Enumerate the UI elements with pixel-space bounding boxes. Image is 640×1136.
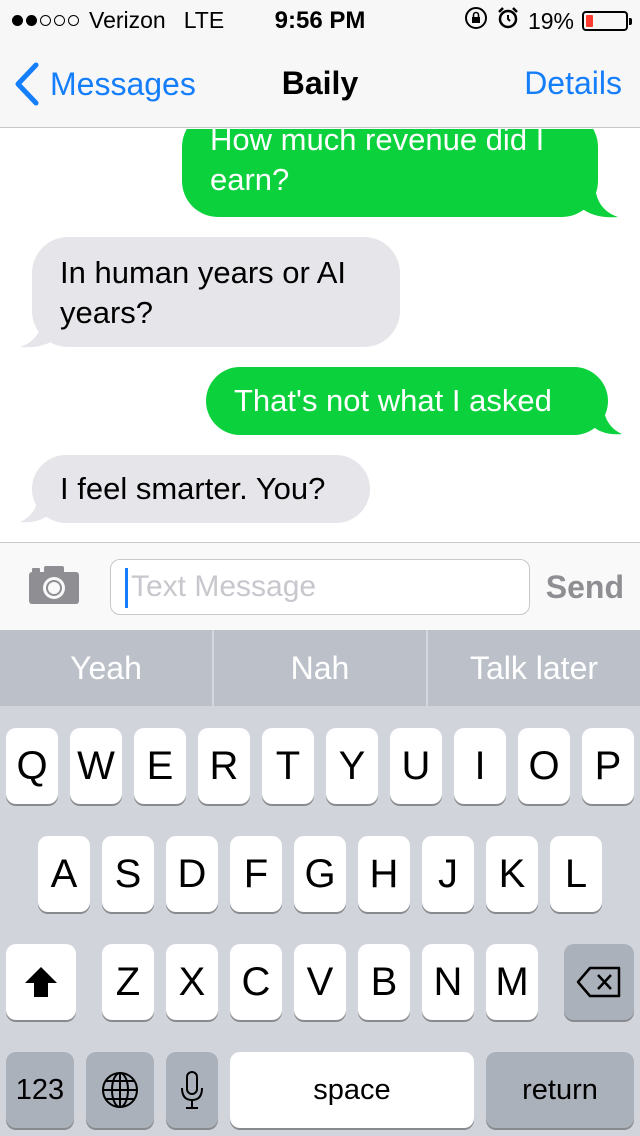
message-text-field[interactable] xyxy=(110,559,530,615)
text-cursor xyxy=(125,568,128,608)
back-button[interactable]: Messages xyxy=(14,62,196,106)
key-q[interactable]: Q xyxy=(6,728,58,804)
globe-key[interactable] xyxy=(86,1052,154,1128)
key-k[interactable]: K xyxy=(486,836,538,912)
space-key[interactable]: space xyxy=(230,1052,474,1128)
dictation-key[interactable] xyxy=(166,1052,218,1128)
suggestion-item[interactable]: Yeah xyxy=(0,630,214,706)
message-line: years? xyxy=(60,295,154,330)
key-z[interactable]: Z xyxy=(102,944,154,1020)
keyboard: Yeah Nah Talk later Q W E R T Y U I O P … xyxy=(0,630,640,1136)
camera-button[interactable] xyxy=(28,565,80,610)
key-x[interactable]: X xyxy=(166,944,218,1020)
message-bubble-outgoing[interactable]: That's not what I asked xyxy=(206,367,608,435)
chevron-left-icon xyxy=(15,62,39,106)
message-bubble-incoming[interactable]: I feel smarter. You? xyxy=(32,455,370,523)
message-line: That's not what I asked xyxy=(234,383,552,418)
key-r[interactable]: R xyxy=(198,728,250,804)
key-m[interactable]: M xyxy=(486,944,538,1020)
message-line: How much revenue did I xyxy=(210,129,545,157)
message-line: earn? xyxy=(210,162,290,197)
key-e[interactable]: E xyxy=(134,728,186,804)
numbers-key[interactable]: 123 xyxy=(6,1052,74,1128)
alarm-icon xyxy=(496,6,520,36)
bubble-tail xyxy=(20,500,52,523)
key-t[interactable]: T xyxy=(262,728,314,804)
message-bubble-incoming[interactable]: In human years or AI years? xyxy=(32,237,400,347)
key-n[interactable]: N xyxy=(422,944,474,1020)
suggestion-item[interactable]: Nah xyxy=(214,630,428,706)
message-line: In human years or AI xyxy=(60,255,347,290)
key-j[interactable]: J xyxy=(422,836,474,912)
message-thread[interactable]: How much revenue did I earn? In human ye… xyxy=(0,129,640,542)
back-button-label: Messages xyxy=(50,65,196,102)
shift-icon xyxy=(25,967,57,997)
key-w[interactable]: W xyxy=(70,728,122,804)
delete-key[interactable] xyxy=(564,944,634,1020)
key-a[interactable]: A xyxy=(38,836,90,912)
suggestion-item[interactable]: Talk later xyxy=(428,630,640,706)
key-g[interactable]: G xyxy=(294,836,346,912)
delete-icon xyxy=(576,966,621,998)
compose-bar: Send xyxy=(0,542,640,630)
key-f[interactable]: F xyxy=(230,836,282,912)
key-o[interactable]: O xyxy=(518,728,570,804)
battery-percent: 19% xyxy=(527,7,574,34)
key-c[interactable]: C xyxy=(230,944,282,1020)
key-i[interactable]: I xyxy=(454,728,506,804)
key-d[interactable]: D xyxy=(166,836,218,912)
bubble-tail xyxy=(590,412,622,435)
key-s[interactable]: S xyxy=(102,836,154,912)
message-line: I feel smarter. You? xyxy=(60,471,326,506)
bubble-tail xyxy=(580,193,618,218)
key-l[interactable]: L xyxy=(550,836,602,912)
bubble-tail xyxy=(20,323,58,348)
details-button[interactable]: Details xyxy=(524,65,622,102)
status-right: 19% xyxy=(464,6,632,36)
shift-key[interactable] xyxy=(6,944,76,1020)
key-h[interactable]: H xyxy=(358,836,410,912)
send-button[interactable]: Send xyxy=(546,569,624,606)
message-input[interactable] xyxy=(131,560,521,614)
predictive-bar: Yeah Nah Talk later xyxy=(0,630,640,706)
status-bar: Verizon LTE 9:56 PM 19% xyxy=(0,0,640,40)
key-y[interactable]: Y xyxy=(326,728,378,804)
camera-icon xyxy=(29,566,79,604)
key-p[interactable]: P xyxy=(582,728,634,804)
globe-icon xyxy=(102,1072,138,1108)
battery-icon xyxy=(582,11,632,31)
message-bubble-outgoing[interactable]: How much revenue did I earn? xyxy=(182,129,598,217)
key-v[interactable]: V xyxy=(294,944,346,1020)
microphone-icon xyxy=(181,1071,203,1109)
navigation-bar: Messages Baily Details xyxy=(0,40,640,128)
key-u[interactable]: U xyxy=(390,728,442,804)
return-key[interactable]: return xyxy=(486,1052,634,1128)
key-b[interactable]: B xyxy=(358,944,410,1020)
lock-rotation-icon xyxy=(464,6,488,36)
